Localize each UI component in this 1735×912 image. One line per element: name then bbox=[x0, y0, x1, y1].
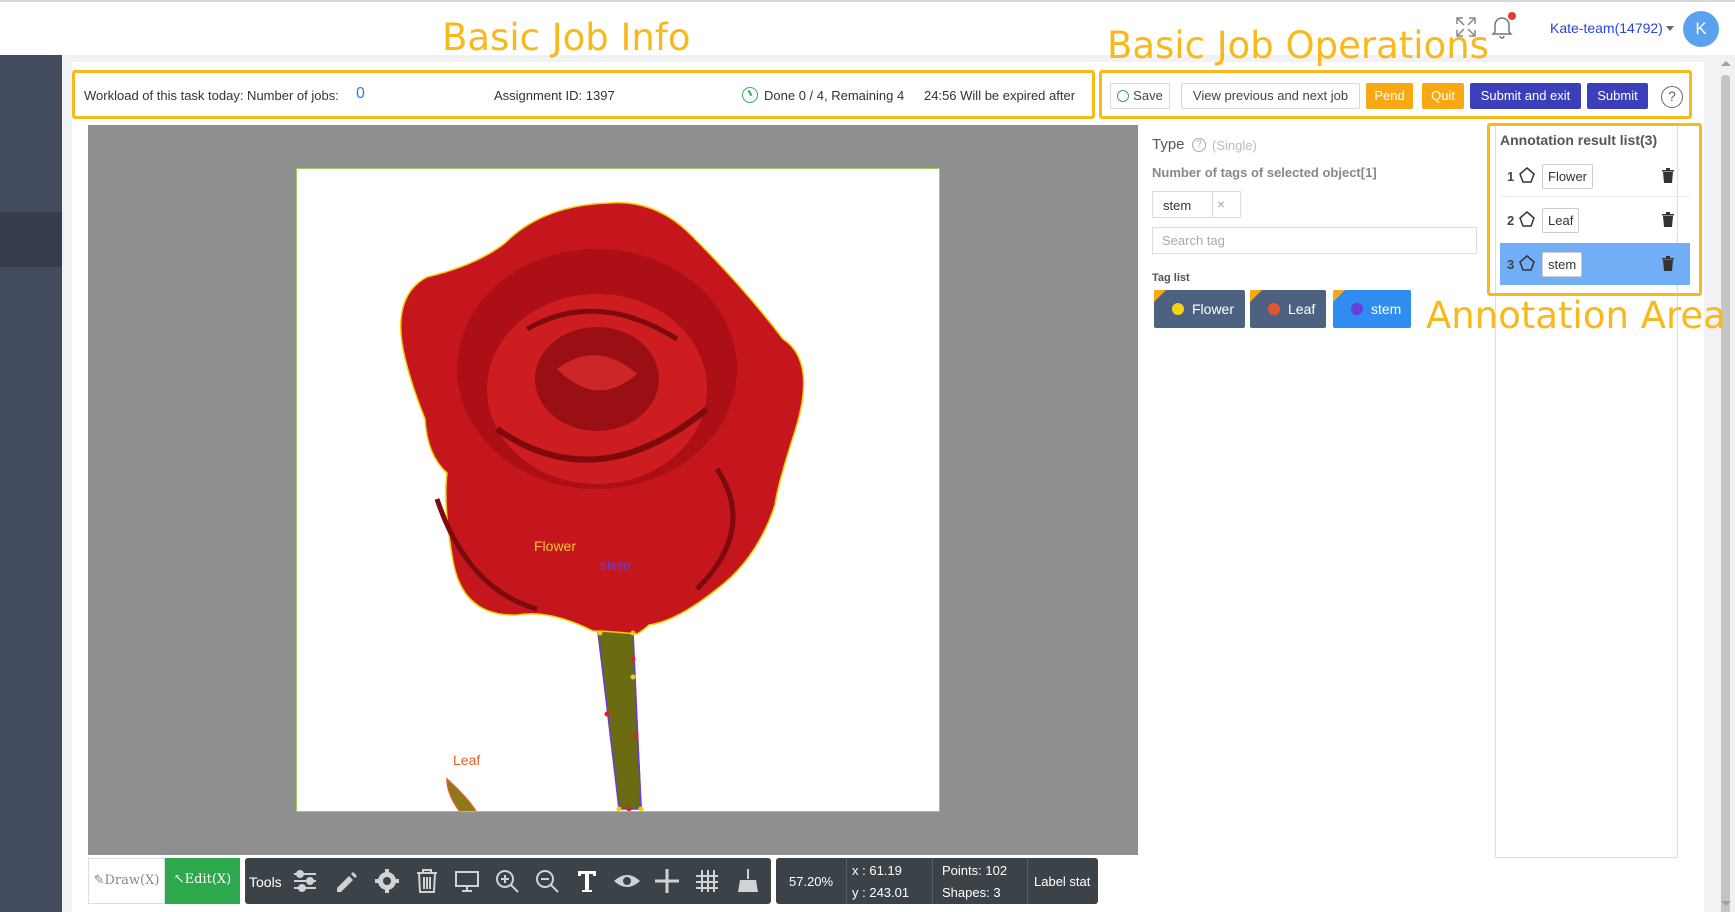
type-mode: (Single) bbox=[1212, 138, 1257, 153]
user-menu[interactable]: Kate-team(14792) bbox=[1550, 20, 1663, 36]
canvas-label-stem: stem bbox=[600, 557, 631, 573]
monitor-icon[interactable] bbox=[452, 866, 482, 896]
page-scrollbar[interactable] bbox=[1716, 55, 1735, 912]
color-dot-icon bbox=[1172, 303, 1184, 315]
pencil-icon[interactable] bbox=[331, 866, 361, 896]
canvas-label-flower: Flower bbox=[534, 538, 577, 554]
avatar[interactable]: K bbox=[1683, 11, 1719, 47]
close-icon[interactable]: × bbox=[1217, 196, 1225, 212]
broom-icon[interactable] bbox=[733, 866, 763, 896]
zoom-level: 57.20% bbox=[789, 874, 834, 889]
points-count: Points: 102 bbox=[942, 863, 1008, 878]
callout-job-operations: Basic Job Operations bbox=[1107, 24, 1489, 67]
shapes-count: Shapes: 3 bbox=[942, 885, 1001, 900]
grid-icon[interactable] bbox=[692, 866, 722, 896]
callout-box-annotation-area bbox=[1487, 123, 1702, 296]
notification-dot bbox=[1508, 12, 1516, 20]
stem-shape bbox=[597, 631, 642, 809]
notification-bell[interactable] bbox=[1490, 12, 1516, 40]
callout-annotation-area: Annotation Area bbox=[1426, 294, 1726, 337]
leaf-shape bbox=[446, 777, 477, 811]
type-title: Type bbox=[1152, 136, 1185, 153]
eye-icon[interactable] bbox=[612, 866, 642, 896]
cursor-icon: ↖ bbox=[173, 872, 185, 887]
annotation-canvas[interactable]: Flower stem Leaf bbox=[88, 125, 1138, 855]
question-icon[interactable]: ? bbox=[1192, 138, 1206, 152]
callout-box-job-operations bbox=[1099, 70, 1692, 119]
rose-image bbox=[400, 201, 805, 811]
search-tag-input[interactable]: Search tag bbox=[1152, 227, 1477, 254]
selected-tag-chip[interactable]: stem × bbox=[1152, 191, 1241, 218]
trash-icon[interactable] bbox=[412, 866, 442, 896]
cursor-x: x : 61.19 bbox=[852, 863, 902, 878]
cursor-y: y : 243.01 bbox=[852, 885, 910, 900]
tag-button-flower[interactable]: Flower bbox=[1154, 290, 1245, 328]
edit-mode-button[interactable]: ↖Edit(X) bbox=[165, 858, 240, 904]
draw-mode-button[interactable]: ✎Draw(X) bbox=[88, 858, 165, 904]
callout-box-job-info bbox=[72, 70, 1095, 119]
sidebar bbox=[0, 55, 62, 912]
label-stat-button[interactable]: Label stat bbox=[1034, 874, 1090, 889]
tag-list-label: Tag list bbox=[1152, 272, 1190, 284]
sidebar-item-active[interactable] bbox=[0, 212, 62, 267]
caret-down-icon[interactable] bbox=[1666, 26, 1674, 31]
gear-icon[interactable] bbox=[372, 866, 402, 896]
sliders-icon[interactable] bbox=[290, 866, 320, 896]
tag-button-leaf[interactable]: Leaf bbox=[1250, 290, 1326, 328]
color-dot-icon bbox=[1351, 303, 1363, 315]
canvas-label-leaf: Leaf bbox=[453, 752, 481, 768]
zoom-in-icon[interactable] bbox=[492, 866, 522, 896]
tag-count-label: Number of tags of selected object[1] bbox=[1152, 165, 1377, 180]
tools-label: Tools bbox=[249, 874, 282, 890]
image-frame bbox=[296, 168, 940, 812]
tag-button-stem[interactable]: stem bbox=[1333, 290, 1411, 328]
text-icon[interactable] bbox=[572, 866, 602, 896]
color-dot-icon bbox=[1268, 303, 1280, 315]
zoom-out-icon[interactable] bbox=[532, 866, 562, 896]
pencil-small-icon: ✎ bbox=[93, 873, 105, 888]
crosshair-icon[interactable] bbox=[652, 866, 682, 896]
callout-job-info: Basic Job Info bbox=[442, 16, 691, 59]
